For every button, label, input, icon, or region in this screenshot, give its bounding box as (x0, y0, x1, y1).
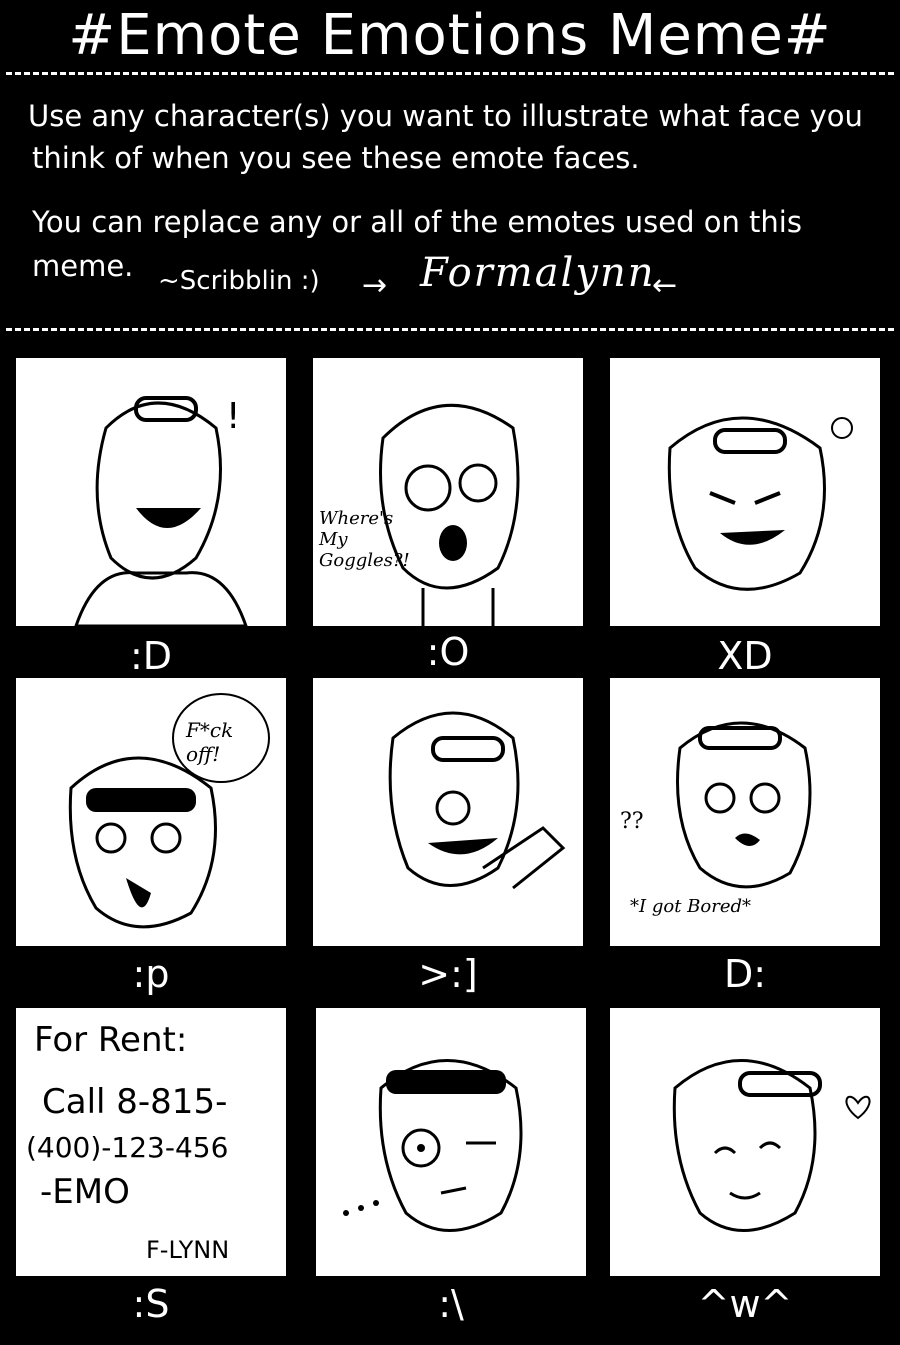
emote-label-4: :p (132, 952, 170, 996)
character-unimpressed-drawing (343, 1059, 523, 1232)
rent-line-3: (400)-123-456 (26, 1131, 229, 1164)
svg-text:??: ?? (620, 809, 644, 834)
emote-label-5: >:] (418, 952, 478, 996)
character-shocked-drawing (379, 403, 520, 626)
credit-text: ~Scribblin :) (158, 266, 320, 296)
arrow-left-icon: ← (652, 268, 678, 303)
page-title: #Emote Emotions Meme# (68, 3, 832, 68)
caption-text: *I got Bored* (630, 896, 751, 917)
character-grin-drawing: ! (74, 396, 248, 626)
rent-line-5: F-LYNN (146, 1236, 230, 1264)
rent-line-1: For Rent: (34, 1020, 188, 1060)
panel-happy (610, 1008, 880, 1276)
panel-for-rent: For Rent: Call 8-815- (400)-123-456 -EMO… (16, 1008, 286, 1276)
rent-line-4: -EMO (40, 1172, 130, 1212)
panel-grin: ! (16, 358, 286, 626)
character-evil-drawing (388, 711, 566, 890)
emote-label-1: :D (129, 634, 173, 678)
speech-bubble-text: Where's My Goggles?! (319, 508, 410, 571)
rent-line-2: Call 8-815- (42, 1082, 228, 1122)
character-happy-drawing (672, 1059, 871, 1232)
emote-label-9: ^w^ (697, 1282, 793, 1326)
emote-label-7: :S (132, 1282, 170, 1326)
top-divider (6, 72, 894, 75)
arrow-right-icon: → (362, 268, 388, 303)
panel-evil (313, 678, 583, 946)
character-laughing-drawing (667, 416, 853, 591)
panel-distressed: ?? *I got Bored* (610, 678, 880, 946)
intro-line-3: You can replace any or all of the emotes… (32, 205, 802, 239)
svg-text:!: ! (226, 396, 240, 437)
panel-unimpressed (316, 1008, 586, 1276)
panel-tongue: F*ck off! (16, 678, 286, 946)
speech-bubble-text: F*ck off! (186, 718, 234, 766)
artist-signature: Formalynn (420, 250, 656, 296)
panel-laughing (610, 358, 880, 626)
emote-label-8: :\ (438, 1282, 464, 1326)
intro-line-1: Use any character(s) you want to illustr… (28, 99, 863, 133)
intro-line-2: think of when you see these emote faces. (32, 141, 640, 175)
panel-shocked: Where's My Goggles?! (313, 358, 583, 626)
emote-label-6: D: (723, 952, 767, 996)
bottom-divider (6, 328, 894, 331)
emote-label-3: XD (717, 634, 773, 678)
emote-label-2: :O (426, 630, 470, 674)
